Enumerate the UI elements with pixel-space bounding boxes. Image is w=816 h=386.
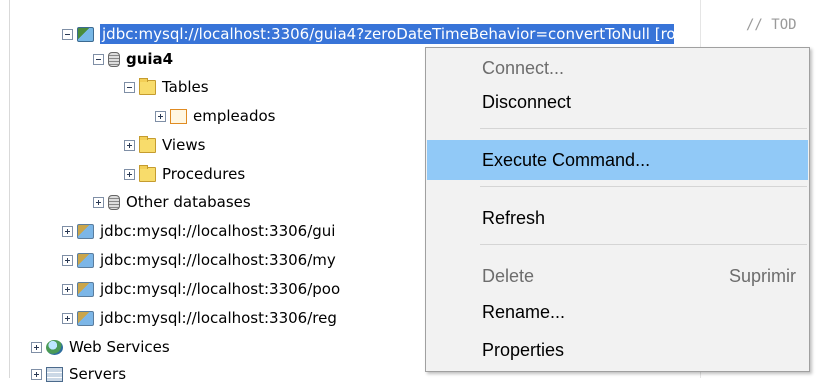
- folder-icon: [139, 135, 156, 153]
- folder-icon: [139, 77, 156, 95]
- tree-node-connection[interactable]: jdbc:mysql://localhost:3306/poo: [62, 277, 340, 301]
- menu-item-label: Properties: [482, 339, 565, 360]
- collapse-icon[interactable]: [93, 53, 104, 65]
- web-services-label[interactable]: Web Services: [69, 337, 170, 357]
- connection-label[interactable]: jdbc:mysql://localhost:3306/gui: [100, 221, 335, 241]
- connection-label[interactable]: jdbc:mysql://localhost:3306/guia4?zeroDa…: [100, 24, 674, 44]
- tree-node-connection-guia4[interactable]: jdbc:mysql://localhost:3306/guia4?zeroDa…: [62, 22, 674, 46]
- servers-label[interactable]: Servers: [69, 364, 126, 384]
- menu-item-label: Disconnect: [482, 91, 572, 112]
- servers-icon: [46, 366, 63, 382]
- menu-item-rename[interactable]: Rename...: [427, 292, 808, 332]
- tree-node-procedures[interactable]: Procedures: [124, 162, 245, 186]
- tree-node-connection[interactable]: jdbc:mysql://localhost:3306/my: [62, 248, 336, 272]
- expand-icon[interactable]: [62, 254, 73, 266]
- table-label[interactable]: empleados: [193, 106, 275, 126]
- menu-item-label: Delete: [482, 265, 535, 286]
- menu-item-label: Connect...: [482, 57, 565, 78]
- menu-item-label: Execute Command...: [482, 149, 651, 170]
- other-databases-label[interactable]: Other databases: [126, 192, 251, 212]
- connection-label[interactable]: jdbc:mysql://localhost:3306/my: [100, 250, 336, 270]
- expand-icon[interactable]: [124, 168, 135, 180]
- tables-label[interactable]: Tables: [162, 77, 209, 97]
- menu-item-properties[interactable]: Properties: [427, 330, 808, 370]
- database-connection-icon: [77, 310, 94, 326]
- views-label[interactable]: Views: [162, 135, 205, 155]
- expand-icon[interactable]: [124, 139, 135, 151]
- tree-node-schema-guia4[interactable]: guia4: [93, 47, 173, 71]
- database-connection-icon: [77, 252, 94, 268]
- collapse-icon[interactable]: [62, 28, 73, 40]
- tree-node-servers[interactable]: Servers: [31, 362, 126, 386]
- expand-icon[interactable]: [62, 312, 73, 324]
- tree-node-other-databases[interactable]: Other databases: [93, 190, 251, 214]
- tree-node-web-services[interactable]: Web Services: [31, 335, 170, 359]
- database-connection-icon: [77, 223, 94, 239]
- connection-label[interactable]: jdbc:mysql://localhost:3306/reg: [100, 308, 337, 328]
- folder-icon: [139, 164, 156, 182]
- database-connection-icon: [77, 26, 94, 42]
- menu-item-execute-command[interactable]: Execute Command...: [427, 140, 808, 180]
- menu-item-label: Refresh: [482, 207, 546, 228]
- menu-separator: [480, 244, 807, 245]
- tree-guide-line: [9, 0, 10, 378]
- menu-item-label: Rename...: [482, 301, 566, 322]
- tree-node-connection[interactable]: jdbc:mysql://localhost:3306/gui: [62, 219, 335, 243]
- menu-item-shortcut: Suprimir: [728, 265, 796, 286]
- expand-icon[interactable]: [62, 283, 73, 295]
- tree-node-connection[interactable]: jdbc:mysql://localhost:3306/reg: [62, 306, 337, 330]
- tree-node-views[interactable]: Views: [124, 133, 205, 157]
- schema-label[interactable]: guia4: [126, 49, 173, 69]
- menu-separator: [480, 128, 807, 129]
- expand-icon[interactable]: [62, 225, 73, 237]
- connection-label[interactable]: jdbc:mysql://localhost:3306/poo: [100, 279, 340, 299]
- database-icon: [108, 51, 120, 67]
- web-services-icon: [46, 339, 63, 355]
- expand-icon[interactable]: [93, 196, 104, 208]
- expand-icon[interactable]: [155, 110, 166, 122]
- context-menu[interactable]: Connect... Disconnect Execute Command...…: [425, 47, 810, 372]
- menu-separator: [480, 186, 807, 187]
- menu-item-refresh[interactable]: Refresh: [427, 198, 808, 238]
- collapse-icon[interactable]: [124, 81, 135, 93]
- expand-icon[interactable]: [31, 341, 42, 353]
- editor-comment: // TOD: [746, 17, 797, 33]
- menu-item-delete[interactable]: Delete Suprimir: [427, 256, 808, 296]
- tree-node-tables[interactable]: Tables: [124, 75, 209, 99]
- tree-node-table-empleados[interactable]: empleados: [155, 104, 275, 128]
- database-connection-icon: [77, 281, 94, 297]
- table-icon: [170, 108, 187, 124]
- procedures-label[interactable]: Procedures: [162, 164, 245, 184]
- menu-item-disconnect[interactable]: Disconnect: [427, 82, 808, 122]
- database-icon: [108, 194, 120, 210]
